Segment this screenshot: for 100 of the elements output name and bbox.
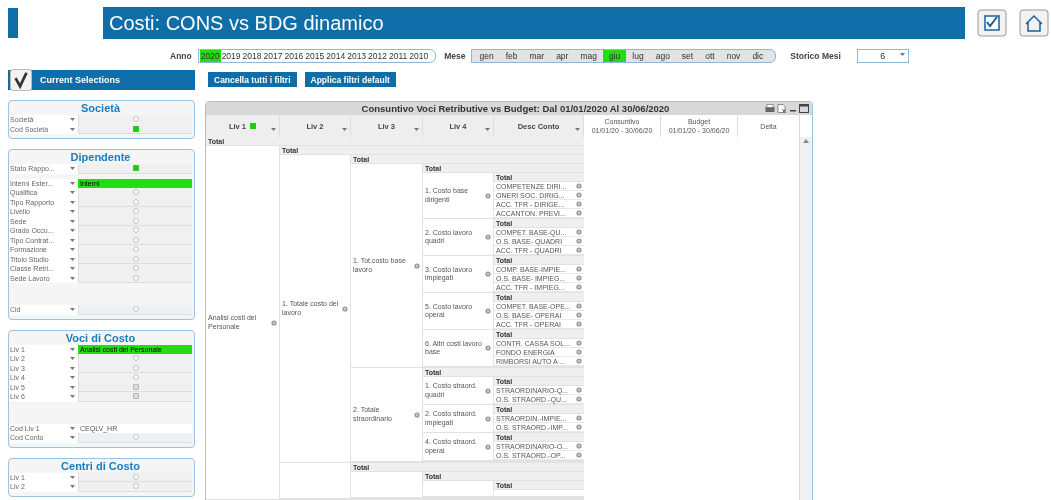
month-label: Mese [444, 51, 466, 61]
circle-icon [485, 308, 491, 314]
caret-icon [70, 475, 75, 479]
history-label: Storico Mesi [790, 51, 841, 61]
year-option[interactable]: 2016 [283, 50, 305, 62]
current-selections-bar[interactable]: Current Selections [8, 70, 195, 90]
caret-icon [70, 181, 75, 185]
year-option[interactable]: 2010 [408, 50, 430, 62]
circle-icon [414, 411, 420, 418]
scrollbar[interactable] [799, 137, 812, 500]
circle-icon [132, 236, 139, 243]
filter-button[interactable]: Cancella tutti i filtri [208, 72, 297, 87]
circle-icon [485, 345, 491, 351]
circle-icon [132, 246, 139, 253]
caret-icon [342, 128, 347, 131]
year-option[interactable]: 2015 [304, 50, 326, 62]
circle-icon [132, 274, 139, 281]
home-icon[interactable] [1019, 9, 1049, 37]
circle-icon [485, 443, 491, 450]
caret-icon [414, 128, 419, 131]
circle-icon [576, 201, 582, 207]
circle-icon [132, 255, 139, 262]
circle-icon [414, 262, 420, 269]
circle-icon [485, 415, 491, 422]
circle-icon [576, 275, 582, 281]
selection-indicator-icon [132, 165, 139, 172]
circle-icon [576, 424, 582, 430]
circle-icon [132, 374, 139, 381]
month-option[interactable]: ott [699, 50, 721, 62]
circle-icon [132, 265, 139, 272]
circle-icon [576, 321, 582, 327]
year-option[interactable]: 2019 [220, 50, 242, 62]
circle-icon [132, 189, 139, 196]
circle-icon [132, 355, 139, 362]
circle-icon [576, 284, 582, 290]
circle-icon [576, 247, 582, 253]
circle-icon [132, 227, 139, 234]
circle-icon [485, 192, 491, 199]
month-option[interactable]: giu [603, 50, 627, 62]
header-marker [8, 8, 18, 38]
checkbox-icon[interactable] [977, 9, 1007, 37]
caret-icon [70, 347, 75, 351]
page-title: Costi: CONS vs BDG dinamico [108, 11, 384, 35]
panel-title: Società [79, 102, 122, 115]
panel-title: Voci di Costo [64, 331, 137, 345]
panel-title: Centri di Costo [60, 459, 141, 473]
table-title: Consuntivo Voci Retributive vs Budget: Dal 01/01/2020 Al 30/06/2020 [360, 103, 671, 114]
circle-icon [485, 234, 491, 240]
history-dropdown[interactable]: 6 [856, 49, 909, 63]
caret-icon [70, 436, 75, 440]
month-option[interactable]: apr [550, 50, 575, 62]
circle-icon [576, 387, 582, 393]
month-option[interactable]: ago [649, 50, 676, 62]
scroll-up-icon[interactable] [803, 139, 809, 143]
year-option[interactable]: 2013 [346, 50, 368, 62]
year-option[interactable]: 2017 [262, 50, 284, 62]
print-icon[interactable] [765, 104, 775, 113]
circle-icon [132, 217, 139, 224]
month-option[interactable]: dic [746, 50, 770, 62]
excel-icon[interactable] [777, 104, 787, 113]
month-option[interactable]: nov [720, 50, 747, 62]
year-option[interactable]: 2012 [367, 50, 388, 62]
maximize-icon[interactable] [799, 104, 809, 113]
circle-icon [132, 306, 139, 313]
circle-icon [132, 364, 139, 371]
circle-icon [576, 396, 582, 402]
month-option[interactable]: mar [523, 50, 551, 62]
circle-icon [576, 452, 582, 458]
circle-icon [576, 443, 582, 449]
month-option[interactable]: feb [499, 50, 524, 62]
caret-icon [70, 167, 75, 171]
circle-icon [576, 229, 582, 235]
circle-icon [576, 266, 582, 272]
circle-icon [576, 349, 582, 355]
circle-icon [132, 198, 139, 205]
circle-icon [576, 303, 582, 309]
circle-icon [576, 238, 582, 244]
caret-icon [70, 308, 75, 312]
circle-icon [132, 483, 139, 490]
circle-icon [132, 473, 139, 480]
circle-icon [576, 312, 582, 318]
panel-title: Dipendente [69, 151, 132, 164]
selection-indicator-icon [132, 125, 139, 132]
circle-icon [342, 305, 348, 312]
year-option[interactable]: 2020 [199, 50, 221, 62]
caret-icon [70, 485, 75, 489]
year-option[interactable]: 2011 [388, 50, 409, 62]
month-option[interactable]: lug [626, 50, 650, 62]
circle-icon [132, 434, 139, 441]
year-option[interactable]: 2018 [241, 50, 263, 62]
month-option[interactable]: gen [473, 50, 500, 62]
month-option[interactable]: set [675, 50, 700, 62]
month-option[interactable]: mag [574, 50, 603, 62]
caret-icon [575, 128, 580, 131]
circle-icon [132, 208, 139, 215]
filter-button[interactable]: Applica filtri default [304, 72, 396, 87]
caret-icon [271, 128, 276, 131]
circle-icon [576, 415, 582, 421]
year-option[interactable]: 2014 [325, 50, 347, 62]
current-selections-title: Current Selections [40, 75, 121, 85]
